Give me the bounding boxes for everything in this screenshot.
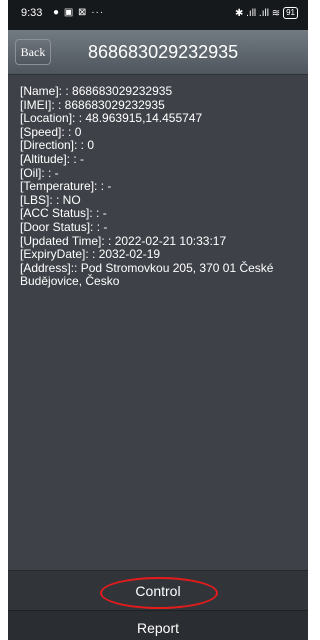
detail-name: [Name]: : 868683029232935 xyxy=(20,84,173,98)
detail-temperature: [Temperature]: : - xyxy=(20,179,112,194)
phone-screen: 9:33 ● ▣ ⊠ ··· ✱ .ıll .ıll ≋ 91 Back 868… xyxy=(8,0,308,640)
detail-speed: [Speed]: : 0 xyxy=(20,124,82,139)
detail-location: [Location]: : 48.963915,14.455747 xyxy=(20,111,203,126)
detail-lbs: [LBS]: : NO xyxy=(20,192,81,207)
detail-direction: [Direction]: : 0 xyxy=(20,138,95,153)
control-button[interactable]: Control xyxy=(8,570,308,611)
page-title: 868683029232935 xyxy=(88,42,239,62)
detail-acc-status: [ACC Status]: : - xyxy=(20,206,107,221)
detail-expiry-date: [ExpiryDate]: : 2032-02-19 xyxy=(20,247,161,262)
battery-icon: 91 xyxy=(283,7,298,19)
detail-updated-time: [Updated Time]: : 2022-02-21 10:33:17 xyxy=(20,233,227,248)
status-right: ✱ .ıll .ıll ≋ 91 xyxy=(235,7,298,19)
control-label: Control xyxy=(135,583,181,599)
detail-door-status: [Door Status]: : - xyxy=(20,219,108,234)
status-time: 9:33 xyxy=(21,7,43,19)
detail-imei: [IMEI]: : 868683029232935 xyxy=(20,97,165,112)
title-bar: Back 868683029232935 xyxy=(8,30,308,75)
detail-oil: [Oil]: : - xyxy=(20,165,59,180)
report-label: Report xyxy=(136,620,180,636)
status-bar: 9:33 ● ▣ ⊠ ··· ✱ .ıll .ıll ≋ 91 xyxy=(8,0,308,30)
back-button[interactable]: Back xyxy=(15,39,51,65)
device-details: [Name]: : 868683029232935 [IMEI]: : 8686… xyxy=(20,84,302,289)
report-button[interactable]: Report xyxy=(8,610,308,640)
notification-icons: ● ▣ ⊠ ··· xyxy=(53,7,105,18)
signal-wifi-icons: ✱ .ıll .ıll ≋ xyxy=(235,7,281,19)
detail-address: [Address]:: Pod Stromovkou 205, 370 01 Č… xyxy=(20,260,274,289)
detail-altitude: [Altitude]: : - xyxy=(20,151,85,166)
